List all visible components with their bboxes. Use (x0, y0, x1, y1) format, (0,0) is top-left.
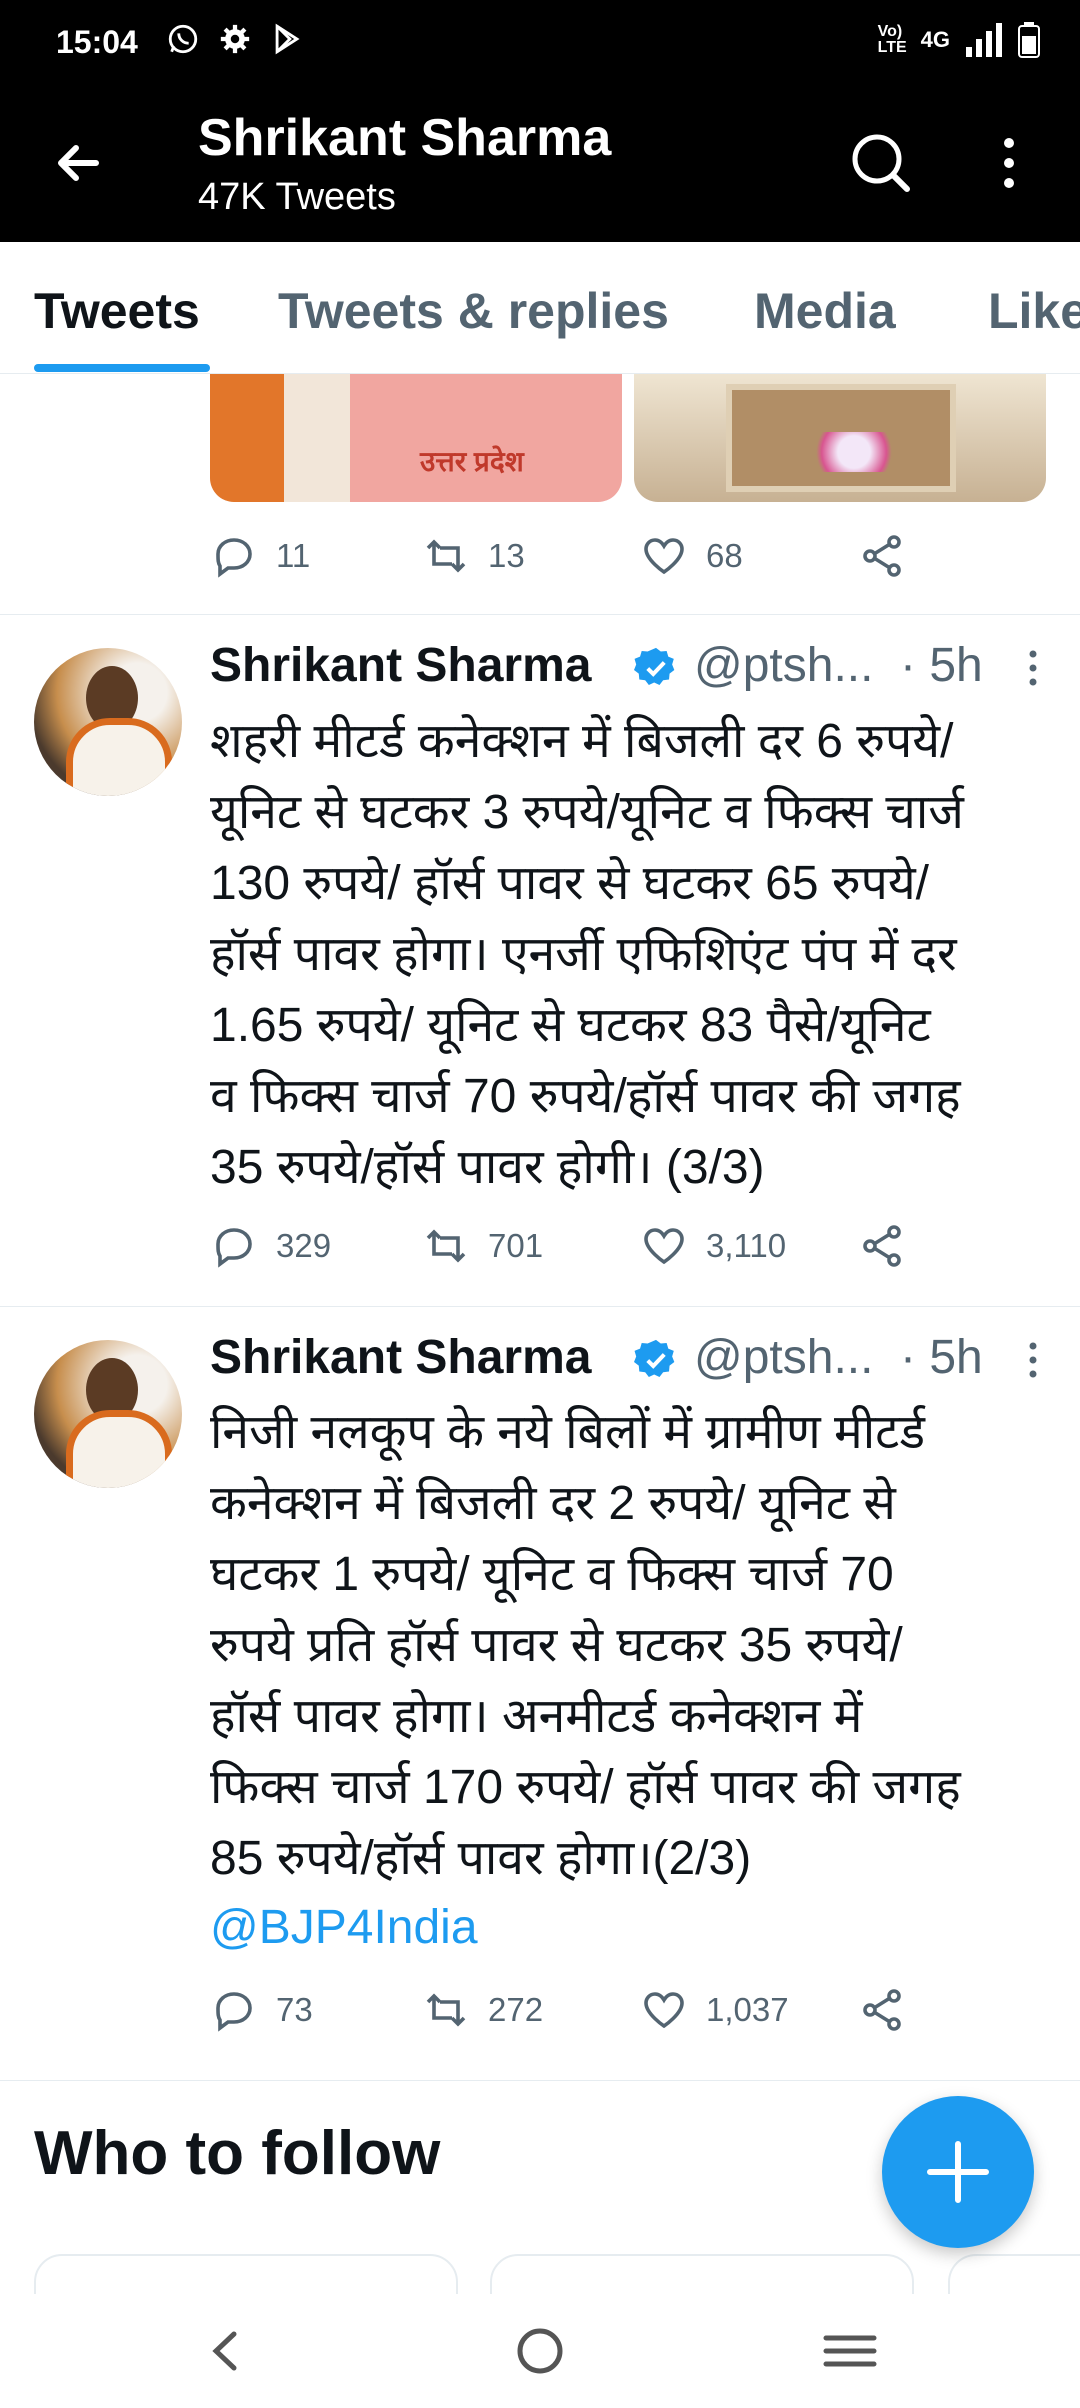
reply-icon (216, 1992, 252, 2032)
battery-icon (1018, 22, 1040, 58)
avatar[interactable] (34, 648, 182, 796)
whatsapp-icon (168, 24, 198, 54)
heart-icon (644, 538, 684, 575)
tweet-actions: 329 701 3,110 (210, 1222, 910, 1276)
reply-button[interactable]: 73 (210, 1986, 313, 2034)
reply-count: 11 (276, 537, 311, 574)
tweet-divider (0, 614, 1080, 615)
share-button[interactable] (858, 1986, 906, 2034)
tweet-count: 47K Tweets (198, 176, 396, 218)
retweet-button[interactable]: 272 (422, 1986, 543, 2034)
nav-home-icon[interactable] (500, 2316, 580, 2386)
retweet-icon (426, 1229, 466, 1263)
profile-header: Shrikant Sharma 47K Tweets (0, 86, 1080, 242)
share-button[interactable] (858, 1222, 906, 1270)
author-name[interactable]: Shrikant Sharma (210, 638, 591, 693)
settings-gear-icon (220, 24, 250, 54)
back-arrow-icon[interactable] (44, 128, 114, 198)
author-handle[interactable]: @ptsh... (694, 1330, 873, 1385)
image-flowers (804, 432, 904, 472)
tweet-image-foundation[interactable] (634, 374, 1046, 502)
reply-button[interactable]: 11 (210, 532, 310, 580)
verified-badge-icon (634, 1339, 675, 1378)
more-options-icon[interactable] (974, 128, 1044, 198)
play-store-icon (275, 23, 300, 55)
tweet-header: Shrikant Sharma @ptsh... · 5h (210, 638, 1054, 708)
share-icon (863, 1225, 901, 1267)
tweet-divider (0, 1306, 1080, 1307)
retweet-button[interactable]: 13 (422, 532, 525, 580)
tweet-more-icon[interactable] (1014, 1336, 1052, 1384)
tweet-header: Shrikant Sharma @ptsh... · 5h (210, 1330, 1054, 1400)
reply-icon (216, 538, 252, 578)
retweet-count: 701 (488, 1227, 544, 1264)
share-button[interactable] (858, 532, 906, 580)
author-name[interactable]: Shrikant Sharma (210, 1330, 591, 1385)
search-icon[interactable] (846, 128, 916, 198)
reply-button[interactable]: 329 (210, 1222, 331, 1270)
tab-tweets-and-replies[interactable]: Tweets & replies (278, 282, 669, 340)
network-label: 4G (920, 27, 950, 52)
retweet-icon (426, 1993, 466, 2027)
retweet-count: 13 (488, 537, 525, 574)
like-button[interactable]: 68 (640, 532, 743, 580)
status-notification-icons (166, 22, 304, 56)
tweet-image-ceremony[interactable]: उत्तर प्रदेश (210, 374, 622, 502)
status-bar: 15:04 Vo) LTE 4G (0, 0, 1080, 86)
tweet-more-icon[interactable] (1014, 644, 1052, 692)
like-button[interactable]: 3,110 (640, 1222, 786, 1270)
verified-badge-icon (634, 647, 675, 686)
tweet-text: निजी नलकूप के नये बिलों में ग्रामीण मीटर… (210, 1406, 961, 1885)
tab-tweets[interactable]: Tweets (34, 282, 200, 340)
retweet-count: 272 (488, 1991, 544, 2028)
reply-icon (216, 1228, 252, 1268)
tweet-time: · 5h (900, 639, 983, 692)
tweet-text: शहरी मीटर्ड कनेक्शन में बिजली दर 6 रुपये… (210, 715, 964, 1194)
section-divider (0, 2080, 1080, 2081)
active-tab-indicator (34, 364, 210, 372)
avatar[interactable] (34, 1340, 182, 1488)
status-time: 15:04 (56, 24, 138, 60)
heart-icon (644, 1992, 684, 2029)
mention-link[interactable]: @BJP4India (210, 1900, 478, 1955)
reply-count: 73 (276, 1991, 313, 2028)
retweet-button[interactable]: 701 (422, 1222, 543, 1270)
author-handle[interactable]: @ptsh... (694, 638, 873, 693)
volte-icon: Vo) LTE (877, 23, 907, 56)
share-icon (863, 1989, 901, 2031)
who-to-follow-title: Who to follow (34, 2119, 441, 2188)
reply-count: 329 (276, 1227, 332, 1264)
compose-tweet-button[interactable] (882, 2096, 1034, 2248)
tweet-media-grid: उत्तर प्रदेश (210, 374, 1046, 504)
nav-back-icon[interactable] (186, 2316, 266, 2386)
share-icon (863, 535, 901, 577)
tweet-time: · 5h (900, 1331, 983, 1384)
tab-media[interactable]: Media (754, 282, 896, 340)
like-count: 1,037 (706, 1991, 789, 2028)
nav-recents-icon[interactable] (810, 2316, 890, 2386)
like-count: 3,110 (706, 1227, 787, 1264)
tab-likes[interactable]: Likes (988, 282, 1080, 340)
image-banner-text: उत्तर प्रदेश (420, 446, 524, 477)
retweet-icon (426, 539, 466, 573)
signal-icon (966, 23, 1002, 57)
plus-icon (927, 2141, 989, 2203)
profile-name: Shrikant Sharma (198, 109, 612, 167)
like-button[interactable]: 1,037 (640, 1986, 789, 2034)
tweet-actions: 11 13 68 (210, 532, 910, 586)
system-navigation-bar (0, 2294, 1080, 2408)
profile-tabs: Tweets Tweets & replies Media Likes (0, 242, 1080, 374)
status-system-icons: Vo) LTE 4G (878, 22, 1040, 58)
like-count: 68 (706, 537, 743, 574)
tweet-actions: 73 272 1,037 (210, 1986, 910, 2040)
heart-icon (644, 1228, 684, 1265)
